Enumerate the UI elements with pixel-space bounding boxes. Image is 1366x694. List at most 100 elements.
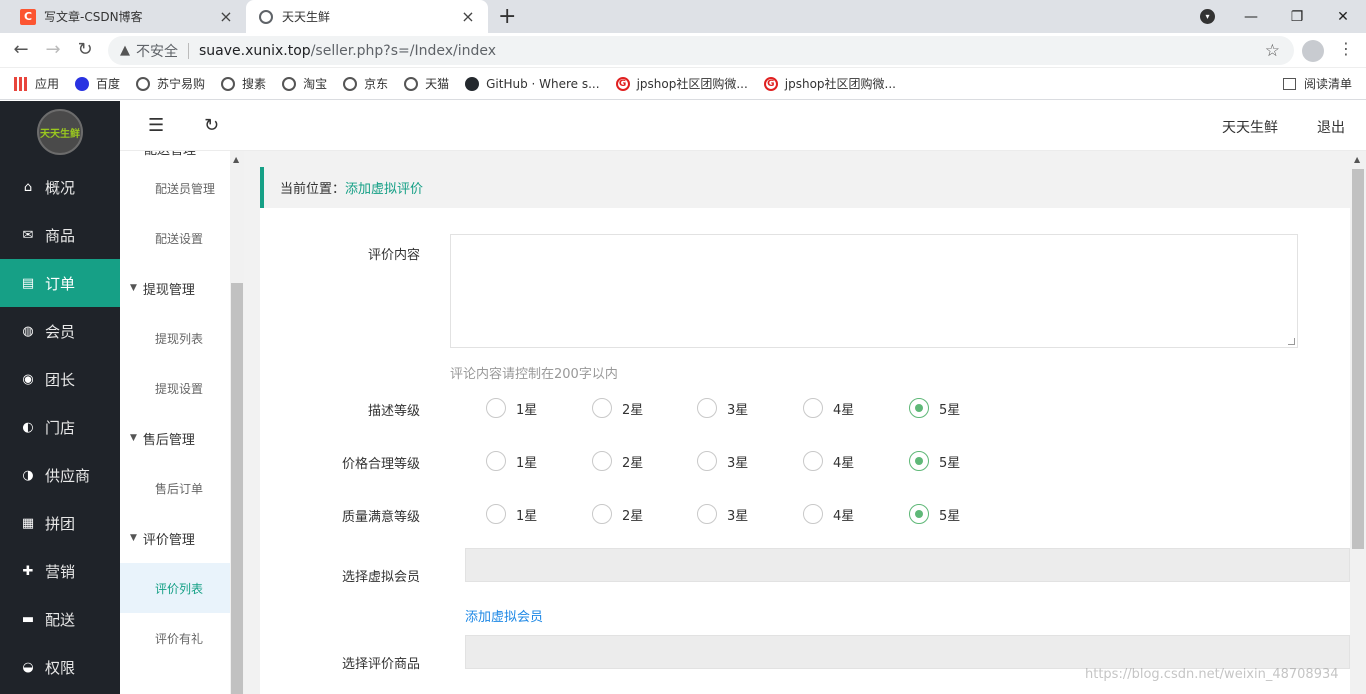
sub-sidebar-scrollbar[interactable]: ▲ [230, 151, 244, 694]
resize-handle[interactable] [1288, 338, 1295, 345]
main-scrollbar[interactable]: ▲ [1350, 151, 1366, 694]
radio-circle[interactable] [909, 398, 929, 418]
sub-nav-item[interactable]: 售后订单 [120, 463, 230, 513]
main-nav-item[interactable]: ✉ 商品 [0, 211, 120, 259]
sub-nav-item[interactable]: 提现列表 [120, 313, 230, 363]
close-window-button[interactable]: ✕ [1320, 0, 1366, 33]
logo[interactable]: 天天生鲜 [0, 101, 120, 163]
radio-label: 1星 [516, 508, 538, 524]
rating-radio-1[interactable]: 1星 [486, 504, 537, 524]
rating-radio-5[interactable]: 5星 [909, 451, 960, 471]
back-arrow-icon[interactable]: ← [10, 39, 32, 61]
radio-circle[interactable] [486, 398, 506, 418]
radio-circle[interactable] [697, 398, 717, 418]
account-avatar-icon[interactable] [1302, 40, 1324, 62]
radio-circle[interactable] [803, 504, 823, 524]
radio-circle[interactable] [697, 504, 717, 524]
browser-tab-csdn[interactable]: C 写文章-CSDN博客 × [8, 0, 246, 33]
radio-circle[interactable] [697, 451, 717, 471]
sub-nav-group[interactable]: ▼ 售后管理 [120, 413, 230, 463]
main-nav-item[interactable]: ◒ 权限 [0, 643, 120, 691]
rating-radio-3[interactable]: 3星 [697, 504, 748, 524]
breadcrumb-current[interactable]: 添加虚拟评价 [345, 178, 423, 197]
sub-nav-item[interactable]: 评价有礼 [120, 613, 230, 663]
more-menu-icon[interactable]: ⋮ [1338, 39, 1354, 58]
main-nav-item[interactable]: ⌂ 概况 [0, 163, 120, 211]
radio-circle[interactable] [592, 504, 612, 524]
radio-circle[interactable] [592, 398, 612, 418]
bookmark-taobao[interactable]: 淘宝 [282, 75, 327, 92]
forward-arrow-icon[interactable]: → [42, 39, 64, 61]
review-content-textarea[interactable] [450, 234, 1298, 348]
sub-nav-group-cut[interactable]: 配送管理 [120, 151, 230, 163]
close-icon[interactable]: × [218, 7, 234, 26]
rating-radio-2[interactable]: 2星 [592, 451, 643, 471]
refresh-icon[interactable]: ↻ [204, 115, 219, 136]
minimize-button[interactable]: — [1228, 0, 1274, 33]
scrollbar-thumb[interactable] [1352, 169, 1364, 549]
rating-radio-2[interactable]: 2星 [592, 398, 643, 418]
restore-button[interactable]: ❐ [1274, 0, 1320, 33]
logout-link[interactable]: 退出 [1317, 117, 1345, 137]
bookmark-github[interactable]: GitHub · Where s... [465, 76, 600, 91]
profile-menu-icon[interactable]: ▾ [1200, 9, 1215, 24]
new-tab-button[interactable]: + [498, 4, 516, 29]
sub-nav-item[interactable]: 配送设置 [120, 213, 230, 263]
rating-radio-1[interactable]: 1星 [486, 398, 537, 418]
radio-circle[interactable] [592, 451, 612, 471]
reading-list-button[interactable]: 阅读清单 [1282, 75, 1352, 92]
close-icon[interactable]: × [460, 7, 476, 26]
scroll-up-icon[interactable]: ▲ [1354, 155, 1360, 164]
sub-nav-item[interactable]: 评价列表 [120, 563, 230, 613]
main-nav-item[interactable]: ▦ 拼团 [0, 499, 120, 547]
sub-nav-group[interactable]: ▼ 提现管理 [120, 263, 230, 313]
reload-icon[interactable]: ↻ [74, 39, 96, 61]
main-nav-item[interactable]: ◍ 会员 [0, 307, 120, 355]
main-nav-item[interactable]: ▬ 配送 [0, 595, 120, 643]
scroll-up-icon[interactable]: ▲ [233, 155, 239, 164]
bookmark-apps[interactable]: 应用 [14, 75, 59, 92]
add-virtual-member-link[interactable]: 添加虚拟会员 [465, 606, 543, 625]
rating-radio-3[interactable]: 3星 [697, 451, 748, 471]
main-nav-item[interactable]: ◐ 门店 [0, 403, 120, 451]
main-nav-item[interactable]: ◉ 团长 [0, 355, 120, 403]
bookmark-jpshop-2[interactable]: Gjpshop社区团购微... [763, 75, 896, 92]
bookmark-baidu[interactable]: 百度 [75, 75, 120, 92]
bookmark-suning[interactable]: 苏宁易购 [136, 75, 205, 92]
main-nav-item[interactable]: ✚ 营销 [0, 547, 120, 595]
rating-radio-4[interactable]: 4星 [803, 451, 854, 471]
bookmark-tmall[interactable]: 天猫 [404, 75, 449, 92]
bookmark-label: jpshop社区团购微... [784, 77, 896, 91]
radio-circle[interactable] [486, 504, 506, 524]
sub-nav-item[interactable]: 提现设置 [120, 363, 230, 413]
rating-radio-4[interactable]: 4星 [803, 504, 854, 524]
scrollbar-thumb[interactable] [231, 283, 243, 694]
product-select[interactable] [465, 635, 1350, 669]
radio-circle[interactable] [909, 451, 929, 471]
bookmark-search[interactable]: 搜素 [221, 75, 266, 92]
bookmark-jpshop-1[interactable]: Gjpshop社区团购微... [615, 75, 748, 92]
shop-name[interactable]: 天天生鲜 [1222, 117, 1278, 137]
virtual-member-select[interactable] [465, 548, 1350, 582]
main-nav-item[interactable]: ◑ 供应商 [0, 451, 120, 499]
collapse-menu-icon[interactable]: ☰ [148, 115, 164, 136]
rating-radio-5[interactable]: 5星 [909, 398, 960, 418]
main-nav-item[interactable]: ▤ 订单 [0, 259, 120, 307]
radio-circle[interactable] [803, 451, 823, 471]
radio-circle[interactable] [486, 451, 506, 471]
radio-circle[interactable] [909, 504, 929, 524]
radio-label: 4星 [833, 455, 855, 471]
rating-radio-1[interactable]: 1星 [486, 451, 537, 471]
rating-radio-3[interactable]: 3星 [697, 398, 748, 418]
rating-label: 质量满意等级 [341, 510, 420, 525]
sub-nav-item[interactable]: 配送员管理 [120, 163, 230, 213]
browser-tab-active[interactable]: 天天生鲜 × [246, 0, 488, 33]
radio-circle[interactable] [803, 398, 823, 418]
rating-radio-2[interactable]: 2星 [592, 504, 643, 524]
star-icon[interactable]: ☆ [1265, 41, 1280, 61]
address-bar[interactable]: ▲ 不安全 suave.xunix.top /seller.php?s=/Ind… [108, 36, 1294, 65]
sub-nav-group[interactable]: ▼ 评价管理 [120, 513, 230, 563]
rating-radio-4[interactable]: 4星 [803, 398, 854, 418]
rating-radio-5[interactable]: 5星 [909, 504, 960, 524]
bookmark-jd[interactable]: 京东 [343, 75, 388, 92]
